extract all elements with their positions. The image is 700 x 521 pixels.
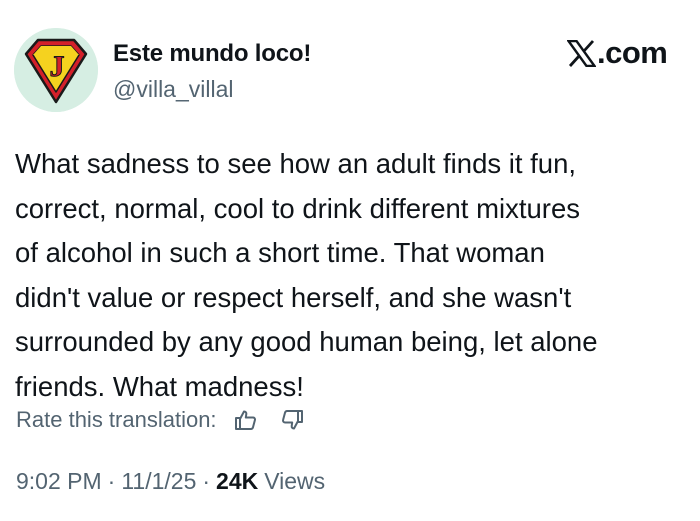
superhero-j-shield-icon: J (14, 28, 98, 112)
tweet-text-line: correct, normal, cool to drink different… (15, 192, 580, 224)
brand-label: .com (597, 35, 668, 70)
rate-translation-label: Rate this translation: (16, 407, 217, 432)
author-handle[interactable]: @villa_villal (113, 76, 234, 103)
rate-translation-row: Rate this translation: (16, 404, 323, 436)
thumbs-up-icon (234, 410, 256, 430)
x-logo-icon (567, 39, 596, 67)
tweet-text: What sadness to see how an adult finds i… (15, 142, 690, 410)
tweet-meta: 9:02 PM · 11/1/25 · 24K Views (16, 468, 325, 495)
tweet-date[interactable]: 11/1/25 (121, 468, 196, 495)
thumbs-down-button[interactable] (277, 405, 307, 435)
tweet-text-line: friends. What madness! (15, 370, 304, 402)
tweet-text-line: didn't value or respect herself, and she… (15, 281, 572, 313)
tweet-text-line: surrounded by any good human being, let … (15, 326, 598, 358)
avatar[interactable]: J (14, 28, 98, 112)
meta-separator: · (202, 468, 211, 494)
views-label: Views (264, 468, 326, 494)
tweet-time[interactable]: 9:02 PM (16, 468, 102, 495)
meta-separator: · (107, 468, 116, 494)
thumbs-up-button[interactable] (231, 405, 261, 435)
brand-mark: .com (567, 35, 668, 70)
thumbs-down-icon (281, 410, 303, 430)
avatar-letter: J (50, 50, 65, 83)
tweet-text-line: What sadness to see how an adult finds i… (15, 148, 577, 179)
tweet-card: J Este mundo loco! @villa_villal .com Wh… (0, 0, 700, 521)
author-display-name[interactable]: Este mundo loco! (113, 40, 311, 68)
tweet-text-line: of alcohol in such a short time. That wo… (15, 237, 545, 269)
views-count[interactable]: 24K (216, 468, 258, 495)
